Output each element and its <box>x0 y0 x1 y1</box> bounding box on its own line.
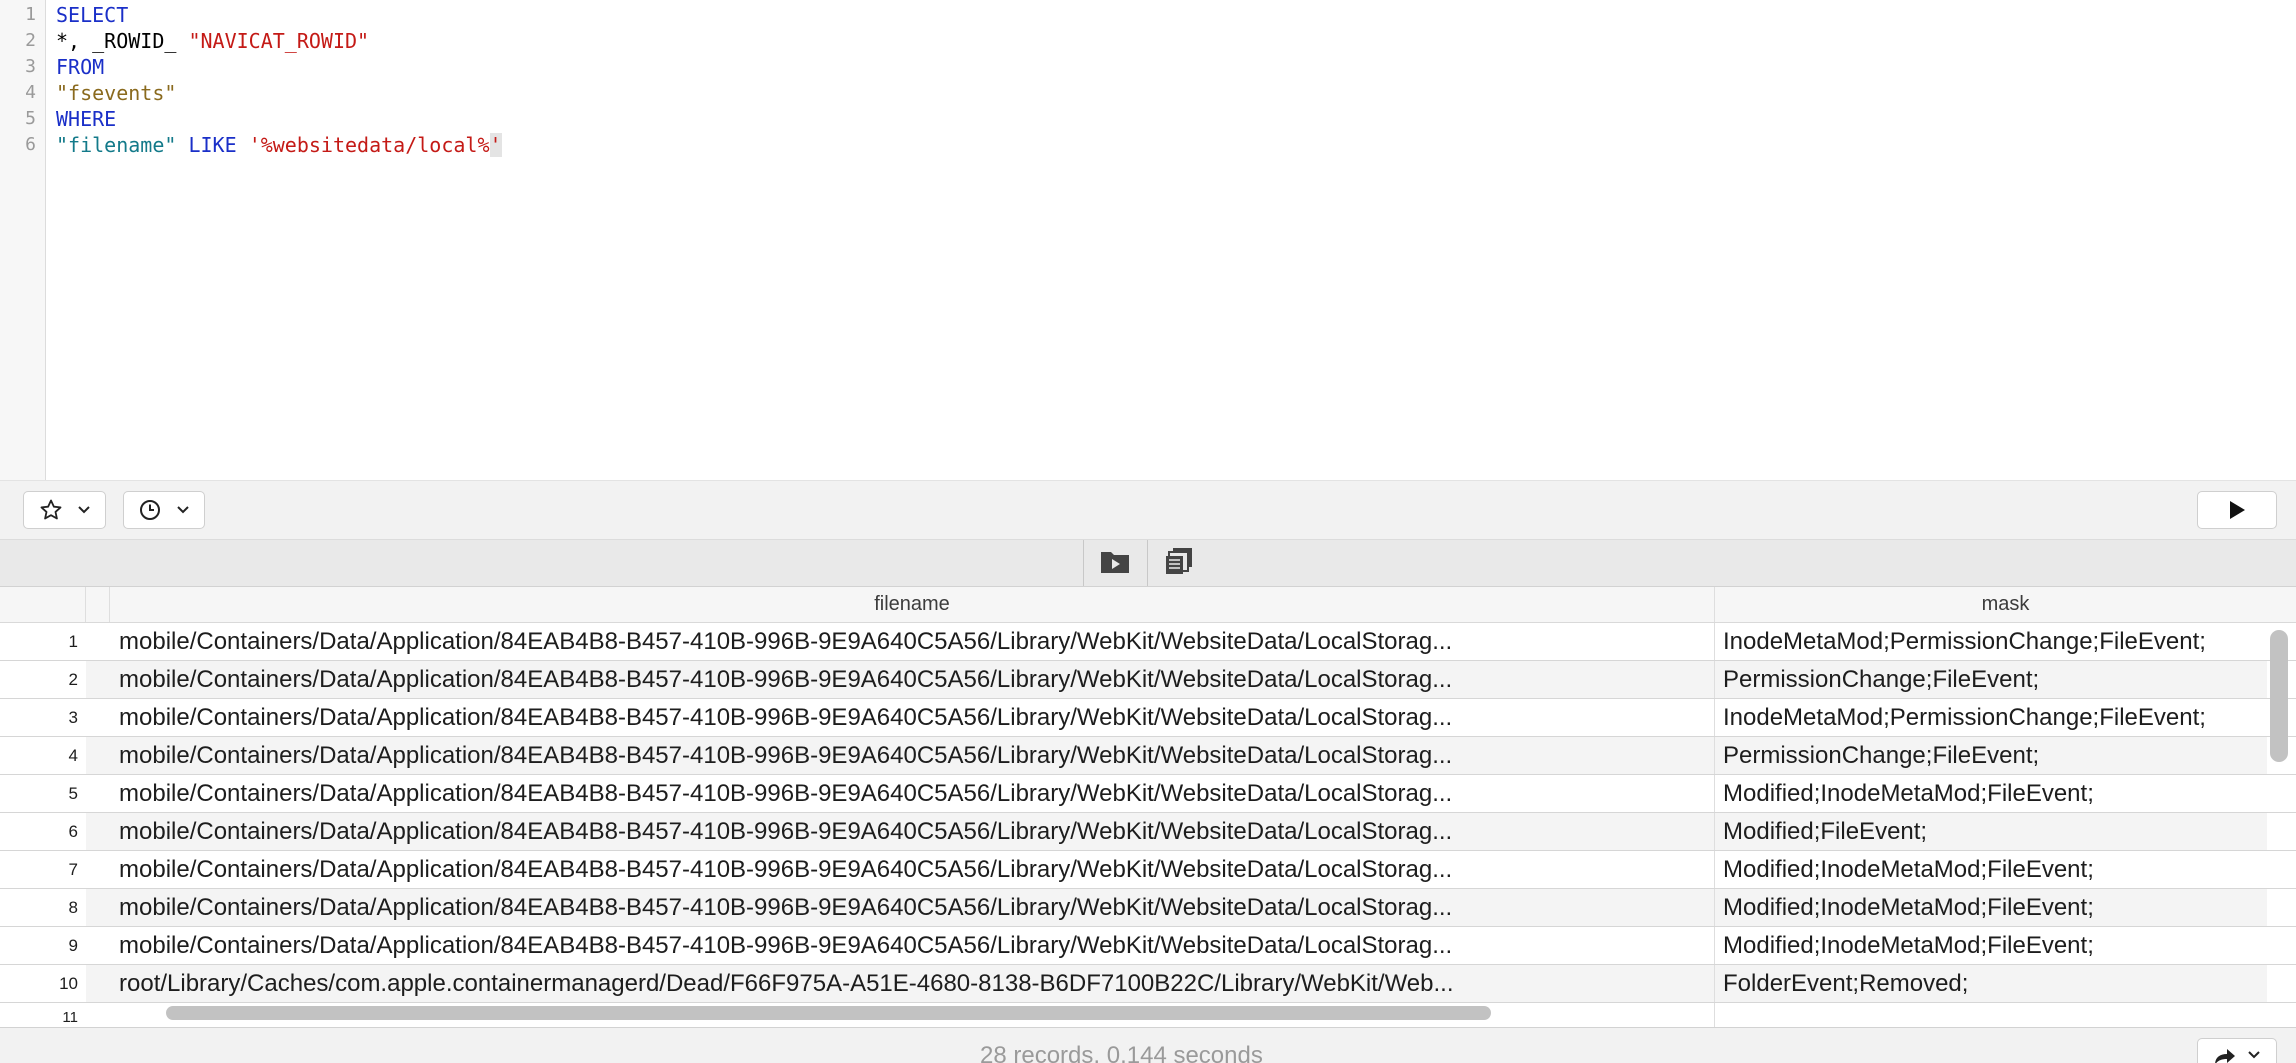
favorites-dropdown-button[interactable] <box>23 491 106 529</box>
history-dropdown-button[interactable] <box>123 491 205 529</box>
cell-mask[interactable]: Modified;InodeMetaMod;FileEvent; <box>1715 775 2267 812</box>
horizontal-scrollbar[interactable] <box>166 1006 1491 1020</box>
cell-filename[interactable]: mobile/Containers/Data/Application/84EAB… <box>86 661 1715 698</box>
code-token: SELECT <box>56 3 129 27</box>
status-bar: 28 records, 0.144 seconds <box>0 1027 2296 1063</box>
editor-toolbar <box>0 481 2296 540</box>
grid-header: filename mask <box>0 587 2296 623</box>
copy-result-button[interactable] <box>1148 540 1210 586</box>
folder-play-icon <box>1100 548 1130 579</box>
row-number: 9 <box>0 927 78 964</box>
row-number: 10 <box>0 965 78 1002</box>
cell-filename[interactable]: mobile/Containers/Data/Application/84EAB… <box>86 737 1715 774</box>
row-number: 3 <box>0 699 78 736</box>
cell-mask[interactable]: Modified;FileEvent; <box>1715 813 2267 850</box>
cell-mask[interactable]: Modified;InodeMetaMod;FileEvent; <box>1715 889 2267 926</box>
column-header-filename[interactable]: filename <box>110 587 1715 622</box>
share-arrow-icon <box>2213 1047 2237 1063</box>
star-icon <box>39 498 63 522</box>
code-token: "filename" <box>56 133 177 157</box>
column-header-mask[interactable]: mask <box>1715 587 2296 622</box>
line-number-gutter: 1 2 3 4 5 6 <box>0 0 46 480</box>
code-line[interactable]: *, _ROWID_ "NAVICAT_ROWID" <box>56 28 369 54</box>
code-token: LIKE <box>188 133 237 157</box>
row-number-header <box>0 587 86 622</box>
share-dropdown-button[interactable] <box>2197 1038 2277 1063</box>
table-row[interactable]: 7 mobile/Containers/Data/Application/84EA… <box>0 851 2296 889</box>
code-line[interactable]: "fsevents" <box>56 80 176 106</box>
export-result-button[interactable] <box>1084 540 1146 586</box>
chevron-down-icon <box>77 505 91 515</box>
line-number: 3 <box>25 56 36 77</box>
row-number: 8 <box>0 889 78 926</box>
table-row[interactable]: 5 mobile/Containers/Data/Application/84EA… <box>0 775 2296 813</box>
code-token: ' <box>489 133 502 157</box>
results-grid[interactable]: filename mask 1 mobile/Containers/Data/Ap… <box>0 587 2296 1027</box>
table-row[interactable]: 9 mobile/Containers/Data/Application/84EA… <box>0 927 2296 965</box>
row-number: 1 <box>0 623 78 660</box>
cell-filename[interactable]: mobile/Containers/Data/Application/84EAB… <box>86 775 1715 812</box>
row-marker-header <box>86 587 110 622</box>
cell-filename[interactable]: root/Library/Caches/com.apple.containerm… <box>86 965 1715 1002</box>
table-row[interactable]: 4 mobile/Containers/Data/Application/84EA… <box>0 737 2296 775</box>
row-number: 7 <box>0 851 78 888</box>
line-number: 4 <box>25 82 36 103</box>
row-number: 5 <box>0 775 78 812</box>
code-token: "NAVICAT_ROWID" <box>188 29 370 53</box>
code-token: "fsevents" <box>56 81 177 105</box>
cell-mask[interactable] <box>1715 1003 2267 1027</box>
run-button[interactable] <box>2197 491 2277 529</box>
code-token: '%websitedata/local% <box>248 133 490 157</box>
cell-mask[interactable]: Modified;InodeMetaMod;FileEvent; <box>1715 851 2267 888</box>
cell-filename[interactable]: mobile/Containers/Data/Application/84EAB… <box>86 623 1715 660</box>
table-row[interactable]: 2 mobile/Containers/Data/Application/84EA… <box>0 661 2296 699</box>
code-line[interactable]: WHERE <box>56 106 116 132</box>
table-row[interactable]: 10 root/Library/Caches/com.apple.containe… <box>0 965 2296 1003</box>
table-row[interactable]: 3 mobile/Containers/Data/Application/84EA… <box>0 699 2296 737</box>
table-row[interactable]: 1 mobile/Containers/Data/Application/84EA… <box>0 623 2296 661</box>
clock-icon <box>138 498 162 522</box>
cell-mask[interactable]: Modified;InodeMetaMod;FileEvent; <box>1715 927 2267 964</box>
cell-mask[interactable]: PermissionChange;FileEvent; <box>1715 661 2267 698</box>
cell-filename[interactable]: mobile/Containers/Data/Application/84EAB… <box>86 699 1715 736</box>
table-row[interactable]: 8 mobile/Containers/Data/Application/84EA… <box>0 889 2296 927</box>
chevron-down-icon <box>2247 1047 2261 1063</box>
row-number: 2 <box>0 661 78 698</box>
vertical-scrollbar[interactable] <box>2270 630 2288 762</box>
cell-mask[interactable]: InodeMetaMod;PermissionChange;FileEvent; <box>1715 699 2267 736</box>
line-number: 1 <box>25 4 36 25</box>
code-token: WHERE <box>56 107 117 131</box>
row-number: 11 <box>0 1003 78 1027</box>
line-number: 2 <box>25 30 36 51</box>
stacked-copy-icon <box>1164 546 1194 581</box>
status-text: 28 records, 0.144 seconds <box>980 1042 1263 1063</box>
cell-mask[interactable]: PermissionChange;FileEvent; <box>1715 737 2267 774</box>
cell-mask[interactable]: InodeMetaMod;PermissionChange;FileEvent; <box>1715 623 2267 660</box>
row-number: 4 <box>0 737 78 774</box>
line-number: 6 <box>25 134 36 155</box>
code-token: FROM <box>56 55 105 79</box>
row-number: 6 <box>0 813 78 850</box>
code-line[interactable]: "filename" LIKE '%websitedata/local%' <box>56 132 502 158</box>
play-icon <box>2227 499 2247 521</box>
cell-filename[interactable]: mobile/Containers/Data/Application/84EAB… <box>86 927 1715 964</box>
result-toolbar <box>0 540 2296 587</box>
code-token: *, _ROWID_ <box>56 29 189 53</box>
cell-filename[interactable]: mobile/Containers/Data/Application/84EAB… <box>86 889 1715 926</box>
cell-filename[interactable]: mobile/Containers/Data/Application/84EAB… <box>86 851 1715 888</box>
line-number: 5 <box>25 108 36 129</box>
table-row[interactable]: 6 mobile/Containers/Data/Application/84EA… <box>0 813 2296 851</box>
cell-filename[interactable]: mobile/Containers/Data/Application/84EAB… <box>86 813 1715 850</box>
cell-mask[interactable]: FolderEvent;Removed; <box>1715 965 2267 1002</box>
chevron-down-icon <box>176 505 190 515</box>
sql-editor[interactable]: 1 2 3 4 5 6 SELECT *, _ROWID_ "NAVICAT_RO… <box>0 0 2296 481</box>
code-line[interactable]: FROM <box>56 54 104 80</box>
code-line[interactable]: SELECT <box>56 2 128 28</box>
